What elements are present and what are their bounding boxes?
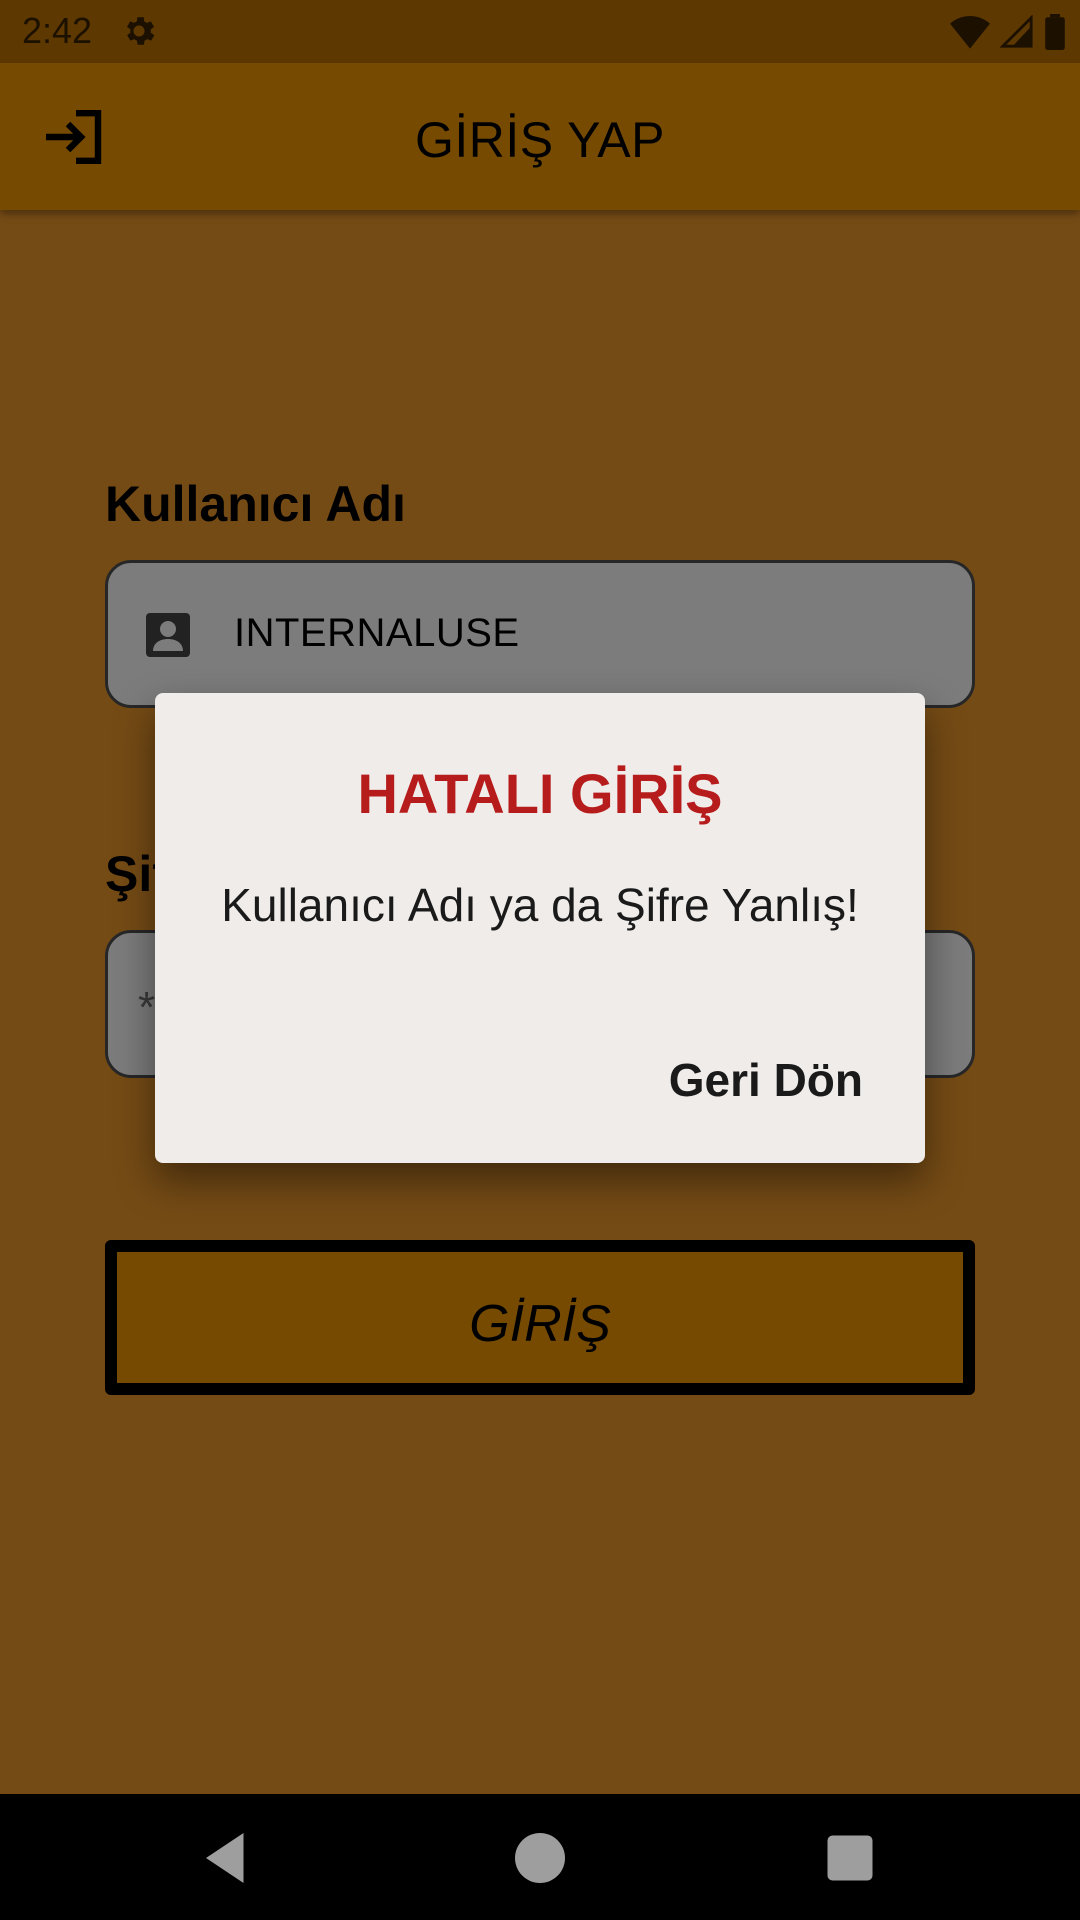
home-icon[interactable]	[510, 1828, 570, 1888]
back-button[interactable]: Geri Dön	[669, 1053, 863, 1107]
dialog-message: Kullanıcı Adı ya da Şifre Yanlış!	[221, 879, 859, 931]
error-dialog: HATALI GİRİŞ Kullanıcı Adı ya da Şifre Y…	[155, 693, 925, 1163]
back-icon[interactable]	[196, 1828, 256, 1888]
navigation-bar	[0, 1794, 1080, 1920]
recents-icon[interactable]	[820, 1828, 880, 1888]
dialog-title: HATALI GİRİŞ	[357, 762, 723, 825]
